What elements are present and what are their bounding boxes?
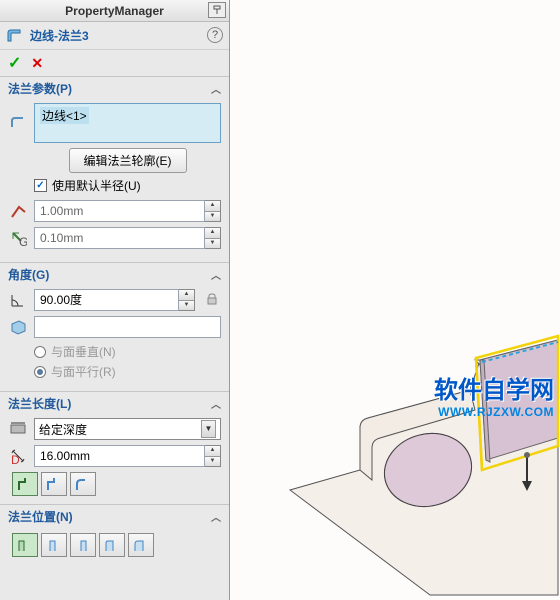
edge-selection-value: 边线<1> — [40, 107, 89, 124]
section-header-label: 法兰位置(N) — [8, 508, 73, 525]
position-material-outside-button[interactable] — [41, 533, 67, 557]
face-select-icon — [8, 317, 28, 337]
section-length: 法兰长度(L) ︿ 给定深度 ▼ D 16.00mm ▲▼ — [0, 391, 229, 504]
section-angle: 角度(G) ︿ 90.00度 ▲▼ — [0, 262, 229, 391]
gap-distance-field[interactable]: 0.10mm — [34, 227, 205, 249]
perpendicular-radio-row: 与面垂直(N) — [34, 343, 221, 360]
svg-text:G: G — [19, 235, 27, 247]
watermark: 软件自学网 WWW.RJZXW.COM — [434, 370, 554, 419]
svg-text:D: D — [11, 453, 20, 465]
chevron-up-icon: ︿ — [211, 81, 221, 96]
use-default-radius-row[interactable]: ✓ 使用默认半径(U) — [34, 177, 221, 194]
chevron-up-icon: ︿ — [211, 267, 221, 282]
help-icon[interactable]: ? — [207, 27, 223, 43]
cancel-button[interactable]: ✕ — [31, 55, 43, 72]
position-virtual-sharp-button[interactable] — [99, 533, 125, 557]
edge-select-icon — [8, 113, 28, 133]
graphics-viewport[interactable]: 软件自学网 WWW.RJZXW.COM — [230, 0, 560, 600]
length-ref-outer-button[interactable] — [12, 472, 38, 496]
position-buttons — [12, 533, 221, 557]
length-reference-buttons — [12, 472, 221, 496]
action-row: ✓ ✕ — [0, 50, 229, 76]
angle-field[interactable]: 90.00度 — [34, 289, 179, 311]
edge-selection-box[interactable]: 边线<1> — [34, 103, 221, 143]
titlebar-pin-icon[interactable] — [208, 2, 226, 18]
section-header-label: 角度(G) — [8, 266, 49, 283]
model-view — [230, 0, 560, 600]
use-default-radius-label: 使用默认半径(U) — [52, 177, 141, 194]
watermark-line1: 软件自学网 — [434, 370, 554, 405]
position-material-inside-button[interactable] — [12, 533, 38, 557]
spinner[interactable]: ▲▼ — [205, 200, 221, 222]
gap-distance-icon: G — [8, 228, 28, 248]
ok-button[interactable]: ✓ — [8, 53, 21, 73]
spinner[interactable]: ▲▼ — [205, 445, 221, 467]
section-header-angle[interactable]: 角度(G) ︿ — [0, 263, 229, 285]
parallel-radio-row: 与面平行(R) — [34, 363, 221, 380]
length-field[interactable]: 16.00mm — [34, 445, 205, 467]
end-condition-icon — [8, 419, 28, 439]
lock-icon[interactable] — [205, 292, 221, 308]
spinner[interactable]: ▲▼ — [179, 289, 195, 311]
radio-unchecked-icon — [34, 346, 46, 358]
section-header-label: 法兰长度(L) — [8, 395, 71, 412]
bend-radius-field[interactable]: 1.00mm — [34, 200, 205, 222]
section-flange-params: 法兰参数(P) ︿ 边线<1> 编辑法兰轮廓(E) ✓ 使用默认半径(U) — [0, 76, 229, 262]
dropdown-arrow-icon: ▼ — [201, 420, 216, 438]
titlebar: PropertyManager — [0, 0, 229, 22]
feature-title: 边线-法兰3 — [30, 27, 89, 44]
section-position: 法兰位置(N) ︿ — [0, 504, 229, 565]
radio-checked-icon — [34, 366, 46, 378]
bend-radius-icon — [8, 201, 28, 221]
checkbox-checked-icon[interactable]: ✓ — [34, 179, 47, 192]
section-header-length[interactable]: 法兰长度(L) ︿ — [0, 392, 229, 414]
section-header-label: 法兰参数(P) — [8, 80, 72, 97]
edit-profile-button[interactable]: 编辑法兰轮廓(E) — [69, 148, 187, 173]
face-field[interactable] — [34, 316, 221, 338]
angle-icon — [8, 290, 28, 310]
section-header-position[interactable]: 法兰位置(N) ︿ — [0, 505, 229, 527]
section-header-flange-params[interactable]: 法兰参数(P) ︿ — [0, 77, 229, 99]
chevron-up-icon: ︿ — [211, 509, 221, 524]
parallel-label: 与面平行(R) — [51, 363, 116, 380]
perpendicular-label: 与面垂直(N) — [51, 343, 116, 360]
chevron-up-icon: ︿ — [211, 396, 221, 411]
property-manager-panel: PropertyManager 边线-法兰3 ? ✓ ✕ 法兰参数(P) ︿ 边… — [0, 0, 230, 600]
length-ref-inner-button[interactable] — [41, 472, 67, 496]
position-bend-outside-button[interactable] — [70, 533, 96, 557]
spinner[interactable]: ▲▼ — [205, 227, 221, 249]
length-ref-tangent-button[interactable] — [70, 472, 96, 496]
position-tangent-button[interactable] — [128, 533, 154, 557]
end-condition-dropdown[interactable]: 给定深度 ▼ — [34, 418, 221, 440]
titlebar-text: PropertyManager — [65, 4, 164, 18]
watermark-line2: WWW.RJZXW.COM — [434, 405, 554, 419]
edge-flange-icon — [6, 27, 24, 45]
length-value-icon: D — [8, 446, 28, 466]
feature-row: 边线-法兰3 ? — [0, 22, 229, 50]
end-condition-value: 给定深度 — [39, 421, 87, 438]
